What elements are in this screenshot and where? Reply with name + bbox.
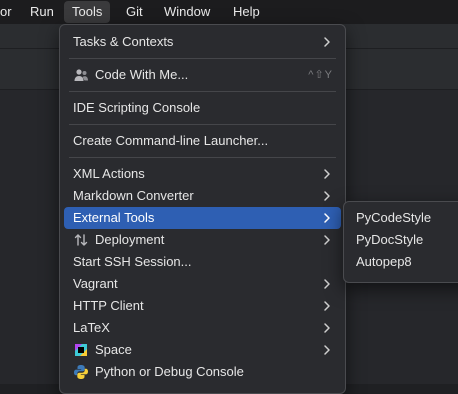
external-tools-submenu: PyCodeStyle PyDocStyle Autopep8 [343, 201, 458, 283]
menu-item-label: PyCodeStyle [356, 210, 432, 225]
people-icon [74, 69, 88, 81]
menu-item-label: Deployment [95, 232, 165, 247]
space-logo-icon [75, 344, 87, 356]
menu-item-xml-actions[interactable]: XML Actions [64, 163, 341, 185]
menu-item-label: Autopep8 [356, 254, 412, 269]
menubar-item-editor[interactable]: or [0, 0, 20, 24]
keyboard-shortcut: ^⇧Y [308, 69, 333, 81]
menu-item-space[interactable]: Space [64, 339, 341, 361]
menu-separator [69, 58, 336, 59]
menu-item-label: XML Actions [73, 166, 145, 181]
menu-item-label: Create Command-line Launcher... [73, 133, 269, 148]
menu-item-label: Code With Me... [95, 67, 189, 82]
menu-item-pycodestyle[interactable]: PyCodeStyle [348, 207, 458, 229]
chevron-right-icon [324, 323, 330, 333]
menu-item-http-client[interactable]: HTTP Client [64, 295, 341, 317]
menu-item-label: Start SSH Session... [73, 254, 192, 269]
menubar-item-window[interactable]: Window [156, 0, 218, 24]
menu-item-label: HTTP Client [73, 298, 144, 313]
menu-bar: or Run Tools Git Window Help [0, 0, 458, 24]
menu-item-pydocstyle[interactable]: PyDocStyle [348, 229, 458, 251]
menu-item-label: PyDocStyle [356, 232, 424, 247]
menu-item-start-ssh-session[interactable]: Start SSH Session... [64, 251, 341, 273]
menu-item-ide-scripting-console[interactable]: IDE Scripting Console [64, 97, 341, 119]
tools-menu: Tasks & Contexts Code With Me... ^⇧Y IDE… [59, 24, 346, 394]
menu-item-markdown-converter[interactable]: Markdown Converter [64, 185, 341, 207]
menu-item-label: External Tools [73, 210, 155, 225]
menu-item-create-command-line-launcher[interactable]: Create Command-line Launcher... [64, 130, 341, 152]
menubar-item-tools[interactable]: Tools [64, 1, 111, 23]
chevron-right-icon [324, 235, 330, 245]
deployment-arrows-icon [74, 234, 88, 246]
menu-item-label: Vagrant [73, 276, 118, 291]
menu-separator [69, 157, 336, 158]
menubar-item-git[interactable]: Git [118, 0, 151, 24]
menu-item-label: Markdown Converter [73, 188, 194, 203]
menu-item-external-tools[interactable]: External Tools [64, 207, 341, 229]
menu-item-label: IDE Scripting Console [73, 100, 201, 115]
menu-item-label: LaTeX [73, 320, 110, 335]
menu-item-autopep8[interactable]: Autopep8 [348, 251, 458, 273]
chevron-right-icon [324, 169, 330, 179]
menu-item-python-debug-console[interactable]: Python or Debug Console [64, 361, 341, 383]
menu-item-deployment[interactable]: Deployment [64, 229, 341, 251]
chevron-right-icon [324, 191, 330, 201]
menu-item-code-with-me[interactable]: Code With Me... ^⇧Y [64, 64, 341, 86]
chevron-right-icon [324, 301, 330, 311]
menubar-item-help[interactable]: Help [225, 0, 268, 24]
menu-item-label: Python or Debug Console [95, 364, 244, 379]
menu-separator [69, 91, 336, 92]
menu-item-label: Tasks & Contexts [73, 34, 174, 49]
chevron-right-icon [324, 345, 330, 355]
python-logo-icon [74, 365, 88, 379]
chevron-right-icon [324, 213, 330, 223]
menu-item-latex[interactable]: LaTeX [64, 317, 341, 339]
menubar-item-run[interactable]: Run [22, 0, 62, 24]
menu-item-tasks-contexts[interactable]: Tasks & Contexts [64, 31, 341, 53]
menu-separator [69, 124, 336, 125]
chevron-right-icon [324, 37, 330, 47]
menu-item-label: Space [95, 342, 132, 357]
chevron-right-icon [324, 279, 330, 289]
menu-item-vagrant[interactable]: Vagrant [64, 273, 341, 295]
